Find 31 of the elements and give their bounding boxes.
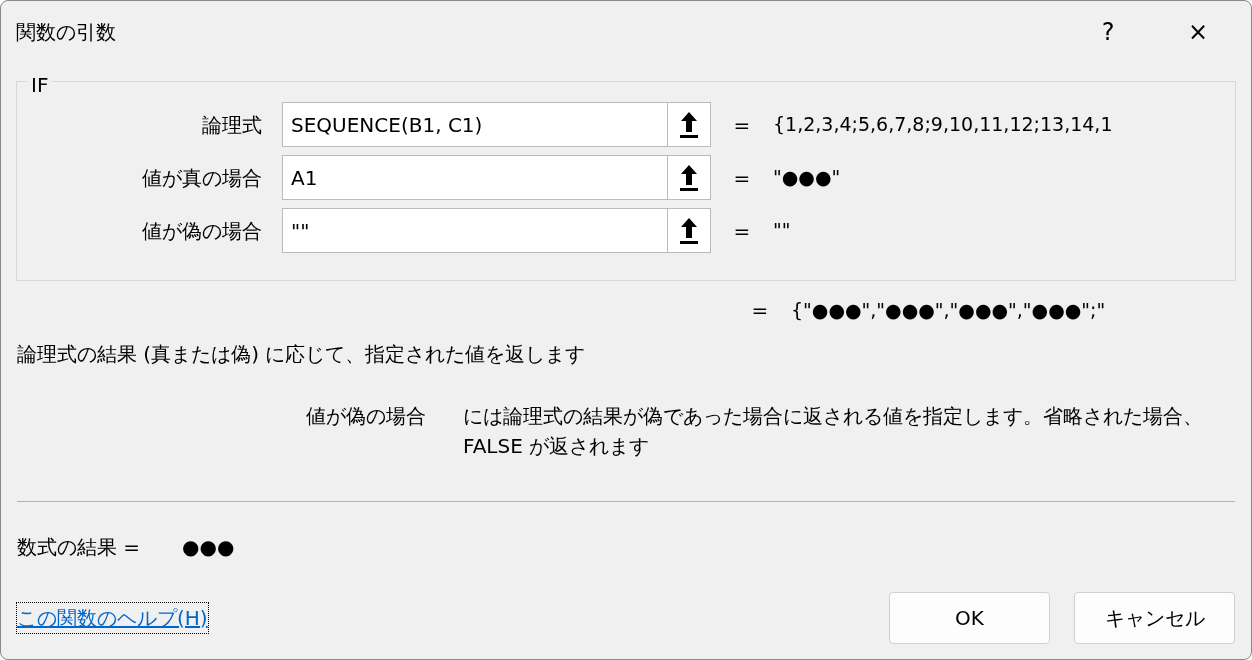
- equals-sign: =: [750, 297, 770, 324]
- help-button[interactable]: ?: [1063, 1, 1153, 63]
- function-description: 論理式の結果 (真または偽) に応じて、指定された値を返します: [16, 341, 586, 368]
- cancel-button[interactable]: キャンセル: [1074, 592, 1235, 644]
- formula-result-value: ●●●: [182, 534, 235, 561]
- argument-field[interactable]: A1: [282, 155, 667, 200]
- argument-field[interactable]: "": [282, 208, 667, 253]
- equals-sign: =: [732, 164, 752, 192]
- argument-label: 値が真の場合: [141, 164, 263, 192]
- equals-sign: =: [732, 111, 752, 139]
- close-button[interactable]: ×: [1153, 1, 1243, 63]
- argument-help-text: には論理式の結果が偽であった場合に返される値を指定します。省略された場合、FALSE が返されます: [463, 403, 1204, 460]
- argument-label: 論理式: [201, 111, 263, 139]
- help-link[interactable]: この関数のヘルプ(H): [17, 603, 208, 633]
- equals-sign: =: [732, 217, 752, 245]
- argument-result: "●●●": [773, 165, 841, 191]
- function-result: {"●●●","●●●","●●●","●●●";": [791, 297, 1106, 323]
- ok-button[interactable]: OK: [889, 592, 1050, 644]
- up-arrow-icon: [679, 163, 699, 192]
- window-title: 関数の引数: [16, 19, 117, 46]
- collapse-dialog-button[interactable]: [667, 102, 711, 147]
- formula-result-label: 数式の結果 =: [17, 534, 142, 561]
- argument-label: 値が偽の場合: [141, 217, 263, 245]
- collapse-dialog-button[interactable]: [667, 208, 711, 253]
- argument-result: {1,2,3,4;5,6,7,8;9,10,11,12;13,14,1: [773, 112, 1113, 138]
- up-arrow-icon: [679, 216, 699, 245]
- argument-help-label: 値が偽の場合: [306, 403, 427, 430]
- up-arrow-icon: [679, 110, 699, 139]
- argument-result: "": [773, 218, 791, 244]
- collapse-dialog-button[interactable]: [667, 155, 711, 200]
- argument-field[interactable]: SEQUENCE(B1, C1): [282, 102, 667, 147]
